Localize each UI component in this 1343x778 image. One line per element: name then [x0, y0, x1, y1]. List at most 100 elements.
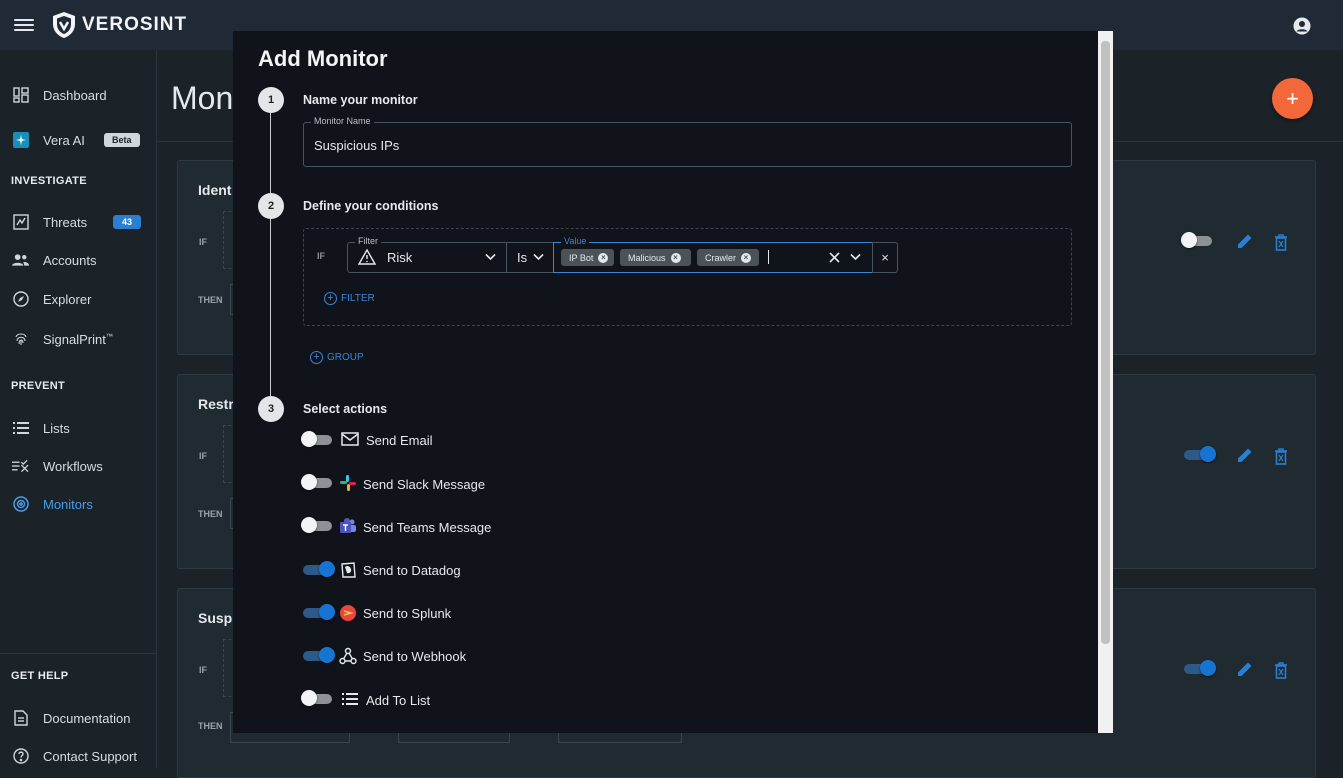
- operator-select[interactable]: [506, 242, 554, 273]
- close-icon: ×: [881, 250, 889, 265]
- menu-icon[interactable]: [14, 16, 34, 34]
- send-email-toggle[interactable]: [301, 431, 332, 447]
- list-icon: [12, 420, 29, 437]
- sidebar-item-contact-support[interactable]: Contact Support: [0, 741, 157, 771]
- warning-icon: [358, 249, 376, 265]
- card-if-label: IF: [199, 237, 207, 247]
- section-get-help: GET HELP: [11, 670, 69, 682]
- card-title: Ident: [198, 182, 232, 198]
- action-label: Send to Webhook: [363, 649, 467, 664]
- sidebar-item-label: Explorer: [43, 291, 92, 307]
- delete-icon[interactable]: [1273, 661, 1289, 679]
- sidebar-item-threats[interactable]: Threats 43: [0, 207, 157, 237]
- help-icon: [12, 748, 29, 765]
- action-label: Send Teams Message: [363, 520, 492, 535]
- step-number: 2: [258, 193, 284, 219]
- send-slack-toggle[interactable]: [301, 474, 332, 490]
- filter-value: Risk: [387, 250, 413, 265]
- sidebar-item-lists[interactable]: Lists: [0, 413, 157, 443]
- edit-icon[interactable]: [1235, 659, 1255, 679]
- accounts-icon: [12, 252, 29, 269]
- chip-remove-icon[interactable]: ×: [598, 252, 609, 263]
- sidebar-divider: [0, 653, 157, 654]
- monitor-name-input[interactable]: [303, 122, 1072, 167]
- fingerprint-icon: [12, 331, 29, 348]
- sidebar-item-workflows[interactable]: Workflows: [0, 451, 157, 481]
- monitor-name-value: Suspicious IPs: [314, 138, 400, 153]
- sidebar-item-documentation[interactable]: Documentation: [0, 703, 157, 733]
- value-chip[interactable]: IP Bot ×: [561, 249, 614, 266]
- threats-icon: [12, 214, 29, 231]
- operator-value: Is: [517, 250, 528, 265]
- card-then-label: THEN: [198, 295, 223, 305]
- document-icon: [12, 710, 29, 727]
- dashboard-icon: [12, 87, 29, 104]
- delete-icon[interactable]: [1273, 233, 1289, 251]
- send-datadog-toggle[interactable]: [303, 561, 335, 577]
- step-connector: [270, 112, 271, 198]
- sidebar-item-accounts[interactable]: Accounts: [0, 245, 157, 275]
- card-if-label: IF: [199, 451, 207, 461]
- action-label: Send to Datadog: [363, 563, 461, 578]
- step-title: Select actions: [303, 402, 388, 416]
- sidebar-item-dashboard[interactable]: Dashboard: [0, 80, 157, 110]
- text-cursor: [768, 250, 769, 264]
- edit-icon[interactable]: [1235, 445, 1255, 465]
- sidebar-item-label: Accounts: [43, 252, 97, 268]
- value-chip[interactable]: Crawler ×: [697, 249, 759, 266]
- remove-condition-button[interactable]: ×: [872, 242, 898, 273]
- sidebar-item-explorer[interactable]: Explorer: [0, 284, 157, 314]
- workflow-icon: [12, 458, 29, 475]
- add-circle-icon: +: [324, 292, 337, 305]
- chevron-down-icon: [485, 253, 496, 261]
- step-number: 3: [258, 396, 284, 422]
- sidebar-item-label: SignalPrint™: [43, 331, 113, 347]
- edit-icon[interactable]: [1235, 231, 1255, 251]
- sidebar-item-label: Documentation: [43, 710, 131, 726]
- add-group-button[interactable]: + GROUP: [310, 351, 364, 364]
- step-connector: [270, 218, 271, 396]
- chip-remove-icon[interactable]: ×: [741, 252, 752, 263]
- add-circle-icon: +: [310, 351, 323, 364]
- card-toggle[interactable]: [1184, 660, 1216, 676]
- sidebar-item-label: Threats: [43, 214, 88, 230]
- add-to-list-toggle[interactable]: [301, 690, 332, 706]
- sidebar-item-vera-ai[interactable]: Vera AI Beta: [0, 125, 157, 155]
- app-logo[interactable]: VEROSINT: [52, 11, 187, 39]
- add-monitor-button[interactable]: +: [1272, 78, 1313, 119]
- section-prevent: PREVENT: [11, 380, 66, 392]
- chip-remove-icon[interactable]: ×: [670, 252, 681, 263]
- send-webhook-toggle[interactable]: [303, 647, 335, 663]
- card-toggle[interactable]: [1181, 232, 1212, 248]
- card-toggle[interactable]: [1184, 446, 1216, 462]
- dialog-title: Add Monitor: [258, 46, 388, 71]
- user-account-icon[interactable]: [1293, 17, 1311, 35]
- app-name: VEROSINT: [82, 14, 188, 35]
- teams-icon: [340, 518, 356, 533]
- clear-icon[interactable]: [829, 252, 840, 263]
- sidebar-item-signalprint[interactable]: SignalPrint™: [0, 324, 157, 354]
- threats-count-badge: 43: [113, 215, 142, 229]
- send-splunk-toggle[interactable]: [303, 604, 335, 620]
- slack-icon: [340, 475, 356, 491]
- card-then-label: THEN: [198, 721, 223, 731]
- dialog-scrollbar[interactable]: [1098, 31, 1113, 733]
- add-filter-button[interactable]: + FILTER: [324, 292, 375, 305]
- sidebar-item-monitors[interactable]: Monitors: [0, 489, 157, 519]
- beta-badge: Beta: [104, 133, 140, 147]
- sidebar-item-label: Monitors: [43, 496, 93, 512]
- webhook-icon: [339, 647, 357, 665]
- datadog-icon: [341, 562, 356, 578]
- compass-icon: [12, 291, 29, 308]
- delete-icon[interactable]: [1273, 447, 1289, 465]
- page-title: Moni: [171, 80, 241, 116]
- sidebar: Dashboard Vera AI Beta INVESTIGATE Threa…: [0, 50, 157, 768]
- send-teams-toggle[interactable]: [301, 517, 332, 533]
- scrollbar-thumb[interactable]: [1101, 41, 1110, 644]
- monitor-radar-icon: [12, 496, 29, 513]
- card-title: Suspi: [198, 610, 237, 626]
- sidebar-item-label: Vera AI: [43, 132, 85, 148]
- chevron-down-icon[interactable]: [850, 253, 861, 261]
- value-chip[interactable]: Malicious ×: [620, 249, 691, 266]
- action-label: Send to Splunk: [363, 606, 452, 621]
